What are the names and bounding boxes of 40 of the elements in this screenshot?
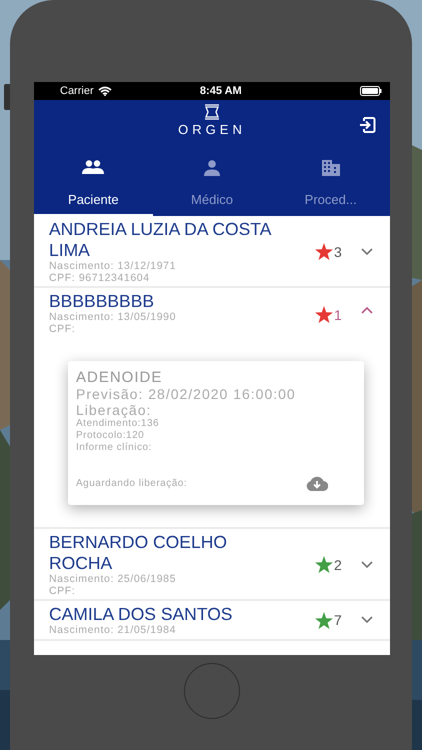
patient-name: ANDREIA LUZIA DA COSTA LIMA [49, 219, 272, 261]
chevron-icon[interactable] [361, 560, 373, 568]
exam-detail: Protocolo:120 [76, 430, 146, 442]
wifi-icon [98, 86, 112, 96]
tab[interactable]: Paciente [34, 154, 153, 216]
battery-icon [360, 86, 382, 96]
chevron-icon[interactable] [361, 248, 373, 256]
patient-name: BBBBBBBBB [49, 291, 156, 312]
forecast-text: Previsão: 28/02/2020 16:00:00 [76, 386, 297, 402]
chevron-icon[interactable] [361, 616, 373, 624]
birth-date: Nascimento: 13/12/1971 [49, 261, 178, 272]
patient-name: BERNARDO COELHO ROCHA [49, 532, 228, 574]
tab[interactable]: Proced... [271, 154, 390, 216]
building-icon [322, 160, 340, 176]
person-icon [204, 160, 220, 176]
patient-name: CAMILA DOS SANTOS [49, 604, 234, 625]
exam-count: 2 [334, 556, 342, 572]
exam-detail: Atendimento:136 [76, 418, 160, 430]
exam-count: 3 [334, 244, 342, 260]
cpf-label: CPF: [49, 586, 76, 597]
people-icon [82, 160, 104, 174]
exam-count: 1 [334, 306, 342, 322]
cloud-download-icon[interactable] [306, 476, 328, 491]
release-label: Liberação: [76, 402, 152, 418]
exam-count: 7 [334, 612, 342, 628]
exam-detail: Informe clínico: [76, 442, 153, 454]
carrier-label: Carrier [60, 85, 94, 97]
status-text: Aguardando liberação: [76, 478, 188, 490]
logo-icon [202, 104, 221, 120]
chevron-icon[interactable] [361, 306, 373, 314]
logo-text: ORGEN [178, 122, 246, 137]
cpf-label: CPF: [49, 324, 76, 335]
tab[interactable]: Médico [152, 154, 272, 216]
status-time: 8:45 AM [200, 85, 242, 97]
birth-date: Nascimento: 25/06/1985 [49, 574, 178, 586]
exam-title: ADENOIDE [76, 369, 164, 386]
logout-icon[interactable] [358, 116, 376, 134]
birth-date: Nascimento: 13/05/1990 [49, 312, 178, 324]
cpf-label: CPF: 96712341604 [49, 272, 151, 284]
birth-date: Nascimento: 21/05/1984 [49, 625, 178, 636]
